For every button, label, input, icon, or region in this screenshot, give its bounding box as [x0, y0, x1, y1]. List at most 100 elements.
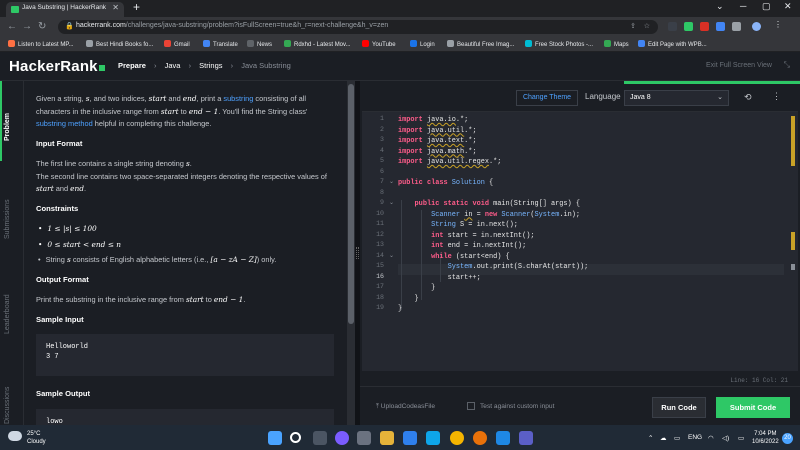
task-view-icon[interactable]: [313, 431, 327, 445]
clock[interactable]: 7:04 PM 10/6/2022: [752, 430, 779, 446]
puzzle-icon[interactable]: [732, 22, 741, 31]
substring-method-link[interactable]: substring method: [36, 119, 93, 128]
extension-icon[interactable]: [700, 22, 709, 31]
bookmarks-bar: Listen to Latest MP... Best Hindi Books …: [0, 37, 800, 52]
chrome-icon[interactable]: [450, 431, 464, 445]
custom-input-checkbox[interactable]: [467, 402, 475, 410]
volume-icon[interactable]: ◁): [722, 434, 729, 442]
reload-icon[interactable]: ↻: [38, 21, 46, 32]
bookmark-item[interactable]: Rdxhd - Latest Mov...: [284, 40, 351, 48]
bookmark-item[interactable]: YouTube: [362, 40, 396, 48]
language-indicator[interactable]: ENG: [688, 434, 702, 441]
output-format-heading: Output Format: [36, 274, 89, 284]
chevron-up-icon[interactable]: ⌃: [648, 434, 653, 442]
problem-panel: Given a string, s, and two indices, star…: [24, 81, 346, 425]
cloud-sync-icon[interactable]: ☁: [660, 434, 667, 442]
vscode-icon[interactable]: [496, 431, 510, 445]
source-code[interactable]: import java.io.*; import java.util.*; im…: [398, 115, 588, 313]
code-line: import java.math.*;: [398, 147, 477, 156]
substring-link[interactable]: substring: [223, 94, 253, 103]
scrollbar-thumb[interactable]: [348, 84, 354, 324]
tab-leaderboard[interactable]: Leaderboard: [4, 294, 11, 334]
bookmark-item[interactable]: Edit Page with WPB...: [638, 40, 707, 48]
tab-problem[interactable]: Problem: [4, 113, 11, 141]
chevron-right-icon: ›: [188, 61, 192, 70]
problem-scrollbar[interactable]: [347, 81, 355, 425]
bookmark-item[interactable]: Free Stock Photos -...: [525, 40, 593, 48]
menu-dots-icon[interactable]: ⋮: [774, 20, 783, 29]
back-icon[interactable]: ←: [7, 21, 17, 32]
chevron-down-icon[interactable]: ⌄: [716, 1, 724, 12]
breadcrumb-java[interactable]: Java: [165, 61, 181, 70]
side-tabs: Problem Submissions Leaderboard Discussi…: [0, 81, 24, 425]
minimap-marker: [791, 264, 795, 270]
language-select[interactable]: Java 8 ⌄: [624, 90, 729, 106]
notification-badge[interactable]: 20: [782, 433, 793, 444]
browser-tab[interactable]: Java Substring | HackerRank ✕: [6, 2, 124, 17]
share-icon[interactable]: ⇪: [630, 22, 636, 30]
custom-input-label[interactable]: Test against custom input: [480, 403, 554, 410]
cloud-icon[interactable]: [8, 431, 22, 441]
chat-icon[interactable]: [335, 431, 349, 445]
more-options-icon[interactable]: ⋮: [772, 91, 781, 102]
fold-icon[interactable]: ⌄: [389, 199, 394, 206]
new-tab-button[interactable]: +: [133, 0, 140, 14]
forward-icon[interactable]: →: [22, 21, 32, 32]
drag-handle-icon[interactable]: [356, 247, 359, 259]
history-icon[interactable]: ⟲: [744, 92, 752, 103]
exit-fullscreen-link[interactable]: Exit Full Screen View: [706, 62, 772, 69]
code-editor[interactable]: 1 2 3 4 5 6 7 ⌄ 8 9 ⌄ 10 11 12 13 14 ⌄ 1…: [362, 111, 798, 371]
weather-widget[interactable]: 25°C Cloudy: [27, 430, 46, 446]
bookmark-item[interactable]: Translate: [203, 40, 238, 48]
mail-icon[interactable]: [403, 431, 417, 445]
extension-icon[interactable]: [684, 22, 693, 31]
bookmark-item[interactable]: Login: [410, 40, 435, 48]
teams-icon[interactable]: [519, 431, 533, 445]
onedrive-icon[interactable]: ▭: [674, 434, 680, 442]
run-code-button[interactable]: Run Code: [652, 397, 706, 418]
fold-icon[interactable]: ⌄: [389, 178, 394, 185]
bookmark-item[interactable]: Maps: [604, 40, 629, 48]
battery-icon[interactable]: ▭: [738, 434, 744, 442]
search-icon[interactable]: [290, 432, 301, 443]
submit-code-button[interactable]: Submit Code: [716, 397, 790, 418]
profile-avatar[interactable]: [752, 22, 761, 31]
wifi-icon[interactable]: ◠: [708, 434, 714, 442]
close-tab-icon[interactable]: ✕: [112, 3, 119, 12]
line-number: 14: [376, 251, 384, 259]
extension-icon[interactable]: [668, 22, 677, 31]
extension-icon[interactable]: [716, 22, 725, 31]
code-line: import java.io.*;: [398, 116, 469, 124]
input-format-heading: Input Format: [36, 138, 83, 148]
settings-icon[interactable]: [357, 431, 371, 445]
input-format-text: The first line contains a single string …: [36, 159, 327, 193]
code-line: while (start<end) {: [431, 252, 510, 261]
bookmark-item[interactable]: Best Hindi Books fo...: [86, 40, 153, 48]
upload-code-button[interactable]: ⤒ UploadCodeasFile: [376, 403, 435, 411]
url-input[interactable]: 🔒 hackerrank.com/challenges/java-substri…: [58, 20, 658, 34]
sample-output-box: lowo: [36, 408, 334, 425]
bookmark-item[interactable]: Listen to Latest MP...: [8, 40, 74, 48]
bookmark-item[interactable]: Gmail: [164, 40, 190, 48]
hackerrank-logo[interactable]: HackerRank: [9, 58, 105, 75]
tab-submissions[interactable]: Submissions: [4, 199, 11, 239]
url-path: /challenges/java-substring/problem?isFul…: [125, 22, 389, 29]
breadcrumb-prepare[interactable]: Prepare: [118, 61, 146, 70]
close-window-icon[interactable]: ✕: [784, 1, 792, 12]
collapse-icon[interactable]: ⤡: [784, 60, 790, 70]
star-icon[interactable]: ☆: [644, 22, 650, 30]
line-number: 15: [376, 262, 384, 269]
minimize-icon[interactable]: ─: [740, 1, 746, 11]
breadcrumb-strings[interactable]: Strings: [199, 61, 222, 70]
store-icon[interactable]: [426, 431, 440, 445]
bookmark-item[interactable]: News: [247, 40, 272, 48]
chrome-profile-icon[interactable]: [473, 431, 487, 445]
fold-icon[interactable]: ⌄: [389, 252, 394, 259]
bookmark-item[interactable]: Beautiful Free Imag...: [447, 40, 514, 48]
windows-start-icon[interactable]: [268, 431, 282, 445]
line-number: 10: [376, 209, 384, 217]
tab-discussions[interactable]: Discussions: [4, 387, 11, 424]
maximize-icon[interactable]: ▢: [762, 1, 771, 12]
change-theme-button[interactable]: Change Theme: [516, 90, 578, 106]
file-explorer-icon[interactable]: [380, 431, 394, 445]
